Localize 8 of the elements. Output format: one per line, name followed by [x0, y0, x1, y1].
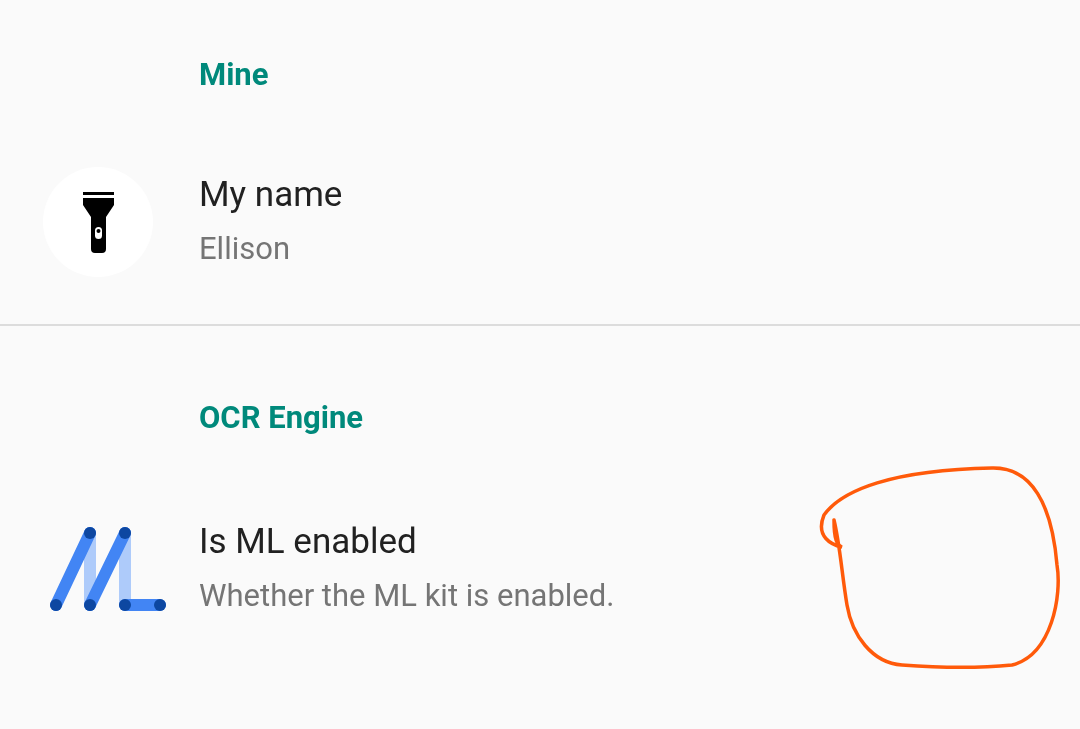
category-header: Mine [198, 55, 270, 95]
category-header: OCR Engine [198, 398, 365, 438]
flashlight-icon [82, 191, 114, 253]
preference-title[interactable]: Is ML enabled [199, 518, 615, 566]
preference-title[interactable]: My name [199, 171, 343, 219]
preference-summary: Whether the ML kit is enabled. [199, 576, 615, 616]
preference-summary: Ellison [199, 229, 292, 269]
ml-logo-icon [48, 526, 168, 612]
